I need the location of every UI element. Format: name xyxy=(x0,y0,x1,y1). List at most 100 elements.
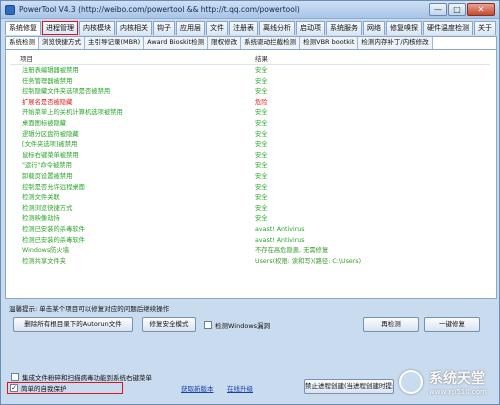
table-row[interactable]: "运行"命令被禁用 安全 xyxy=(10,161,490,172)
sub-tab-6[interactable]: 检测VBR bootkit xyxy=(300,37,359,49)
table-row[interactable]: Windows防火墙 不存在高危隐患, 无需修复 xyxy=(10,246,490,257)
main-tab-5[interactable]: 应用层 xyxy=(176,21,205,35)
table-row[interactable]: 检测映像劫持 安全 xyxy=(10,214,490,225)
self-protect-checkbox[interactable]: ✓ 简单的自我保护 xyxy=(7,382,123,394)
check-windows-hidden-checkbox[interactable]: 检测Windows漏洞 xyxy=(204,320,270,330)
row-item: 鼠标右键菜单被禁用 xyxy=(22,151,79,159)
table-row[interactable]: 检测浏览快捷方式 安全 xyxy=(10,204,490,215)
row-item: 控制是否允许远程桌面 xyxy=(22,183,85,191)
sub-tab-2[interactable]: 主引导记录(MBR) xyxy=(85,37,145,49)
row-result: 安全 xyxy=(255,172,268,180)
integrate-context-menu-checkbox[interactable]: 集成文件粉碎和扫描病毒功能到系统右键菜单 xyxy=(11,372,152,382)
sub-tab-0[interactable]: 系统检测 xyxy=(6,37,39,49)
row-result: 安全 xyxy=(255,67,268,74)
watermark-name: 系统天堂 xyxy=(429,371,485,387)
row-result: 安全 xyxy=(255,162,268,170)
sub-tab-5[interactable]: 系统驱动拦截检测 xyxy=(241,37,301,49)
table-row[interactable]: 扩展名是否被隐藏 危险 xyxy=(10,98,490,109)
column-header-item[interactable]: 项目 xyxy=(10,54,255,64)
table-row[interactable]: 控制隐藏文件夹选项是否被禁用 安全 xyxy=(10,87,490,98)
one-click-fix-button[interactable]: 一键修复 xyxy=(424,317,480,332)
row-item: 检测浏览快捷方式 xyxy=(22,204,73,212)
row-item: 检测映像劫持 xyxy=(22,215,60,223)
row-item: [文件夹选项]被禁用 xyxy=(22,141,78,149)
sub-tab-1[interactable]: 浏览快捷方式 xyxy=(39,37,85,49)
table-row[interactable]: 逻辑分区盘符被隐藏 安全 xyxy=(10,130,490,141)
sub-tab-7[interactable]: 检测内存补丁/内核修改 xyxy=(358,37,433,49)
sub-tab-bar: 系统检测 浏览快捷方式 主引导记录(MBR) Award Bioskit检测 限权修改系… xyxy=(5,36,497,49)
table-row[interactable]: 注册表编辑器被禁用 安全 xyxy=(10,66,490,77)
main-tab-12[interactable]: 修复嗅探 xyxy=(386,21,422,35)
table-row[interactable]: 检测共享文件夹 Users(权限: 读和写)(路径: C:\Users) xyxy=(10,257,490,268)
main-tab-2[interactable]: 内核模块 xyxy=(79,21,115,35)
redetect-button[interactable]: 再检测 xyxy=(363,317,419,332)
row-item: 控制隐藏文件夹选项是否被禁用 xyxy=(22,88,111,96)
sub-tab-3[interactable]: Award Bioskit检测 xyxy=(144,37,209,49)
main-tab-6[interactable]: 文件 xyxy=(206,21,228,35)
table-row[interactable]: 检测已安装的杀毒软件 avast! Antivirus xyxy=(10,225,490,236)
row-result: 安全 xyxy=(255,109,268,117)
row-item: 逻辑分区盘符被隐藏 xyxy=(22,130,79,138)
online-upgrade-link[interactable]: 在线升级 xyxy=(227,383,253,393)
row-item: Windows防火墙 xyxy=(22,247,69,255)
row-item: 检测共享文件夹 xyxy=(22,257,67,265)
main-tab-0[interactable]: 系统修复 xyxy=(5,21,41,35)
main-tab-10[interactable]: 系统服务 xyxy=(326,21,362,35)
checkbox-box[interactable] xyxy=(11,373,19,381)
row-item: 检测已安装的杀毒软件 xyxy=(22,225,85,233)
close-button[interactable]: ✕ xyxy=(467,3,495,16)
column-header-result[interactable]: 结果 xyxy=(255,54,490,64)
table-row[interactable]: 开始菜单上的关机计算机选项被禁用 安全 xyxy=(10,108,490,119)
main-tab-3[interactable]: 内核相关 xyxy=(116,21,152,35)
table-row[interactable]: [文件夹选项]被禁用 安全 xyxy=(10,140,490,151)
main-tab-13[interactable]: 硬件温度检测 xyxy=(423,21,473,35)
delete-autorun-button[interactable]: 删除所有根目录下的Autorun文件 xyxy=(13,317,133,332)
minimize-button[interactable]: — xyxy=(429,3,447,16)
table-row[interactable]: 任务管理器被禁用 安全 xyxy=(10,77,490,88)
table-row[interactable]: 检测已安装的杀毒软件 avast! Antivirus xyxy=(10,236,490,247)
checkbox-box[interactable] xyxy=(204,321,212,329)
checkbox-label: 集成文件粉碎和扫描病毒功能到系统右键菜单 xyxy=(22,374,152,382)
row-result: 安全 xyxy=(255,119,268,127)
main-tab-11[interactable]: 网络 xyxy=(363,21,385,35)
stop-process-monitor-button[interactable]: 禁止进程创建(当进程创建时提示) xyxy=(304,379,394,394)
row-result: 危险 xyxy=(255,98,268,106)
table-row[interactable]: 控制是否允许远程桌面 安全 xyxy=(10,183,490,194)
window-title: PowerTool V4.3 (http://weibo.com/powerto… xyxy=(19,5,300,14)
table-row[interactable]: 桌面图标被隐藏 安全 xyxy=(10,119,490,130)
main-tab-bar: 系统修复 进程管理 内核模块 内核相关 钩子 应用层 文件 注册表 离线分析 启动项 系统服务 网络修… xyxy=(5,21,497,35)
row-item: 注册表编辑器被禁用 xyxy=(22,67,79,74)
checkbox-label: 简单的自我保护 xyxy=(21,385,67,393)
watermark: 系统天堂 www.xp510.com xyxy=(399,364,499,404)
row-result: 安全 xyxy=(255,183,268,191)
checkbox-box[interactable]: ✓ xyxy=(10,384,18,392)
window-controls: — □ ✕ xyxy=(429,3,495,16)
get-new-version-link[interactable]: 获取新版本 xyxy=(181,383,214,393)
table-row[interactable]: 鼠标右键菜单被禁用 安全 xyxy=(10,151,490,162)
powertool-window: PowerTool V4.3 (http://weibo.com/powerto… xyxy=(0,0,500,405)
list-rows: 注册表编辑器被禁用 安全 任务管理器被禁用 安全 控制隐藏文件夹选项是否被禁用 安全 扩展名… xyxy=(10,66,490,267)
main-tab-1[interactable]: 进程管理 xyxy=(42,21,78,35)
row-result: 安全 xyxy=(255,130,268,138)
repair-safe-mode-button[interactable]: 修复安全模式 xyxy=(142,317,196,332)
row-item: 扩展名是否被隐藏 xyxy=(22,98,73,106)
main-tab-7[interactable]: 注册表 xyxy=(229,21,258,35)
row-item: 桌面图标被隐藏 xyxy=(22,119,67,127)
table-row[interactable]: 检测文件关联 安全 xyxy=(10,193,490,204)
row-result: Users(权限: 读和写)(路径: C:\Users) xyxy=(255,257,362,265)
sub-tab-4[interactable]: 限权修改 xyxy=(208,37,242,49)
row-result: 安全 xyxy=(255,151,268,159)
main-tab-8[interactable]: 离线分析 xyxy=(259,21,295,35)
row-result: 安全 xyxy=(255,204,268,212)
main-tab-4[interactable]: 钩子 xyxy=(153,21,175,35)
maximize-button[interactable]: □ xyxy=(448,3,466,16)
detection-list[interactable]: 项目 结果 注册表编辑器被禁用 安全 任务管理器被禁用 安全 控制隐藏文件夹选项是否被禁… xyxy=(5,49,497,299)
list-header: 项目 结果 xyxy=(10,54,490,65)
table-row[interactable]: 卸载页设置被禁用 安全 xyxy=(10,172,490,183)
main-tab-14[interactable]: 关于 xyxy=(474,21,496,35)
row-item: "运行"命令被禁用 xyxy=(22,162,72,170)
title-bar[interactable]: PowerTool V4.3 (http://weibo.com/powerto… xyxy=(1,1,499,19)
row-result: 安全 xyxy=(255,77,268,85)
row-result: 安全 xyxy=(255,194,268,202)
main-tab-9[interactable]: 启动项 xyxy=(296,21,325,35)
